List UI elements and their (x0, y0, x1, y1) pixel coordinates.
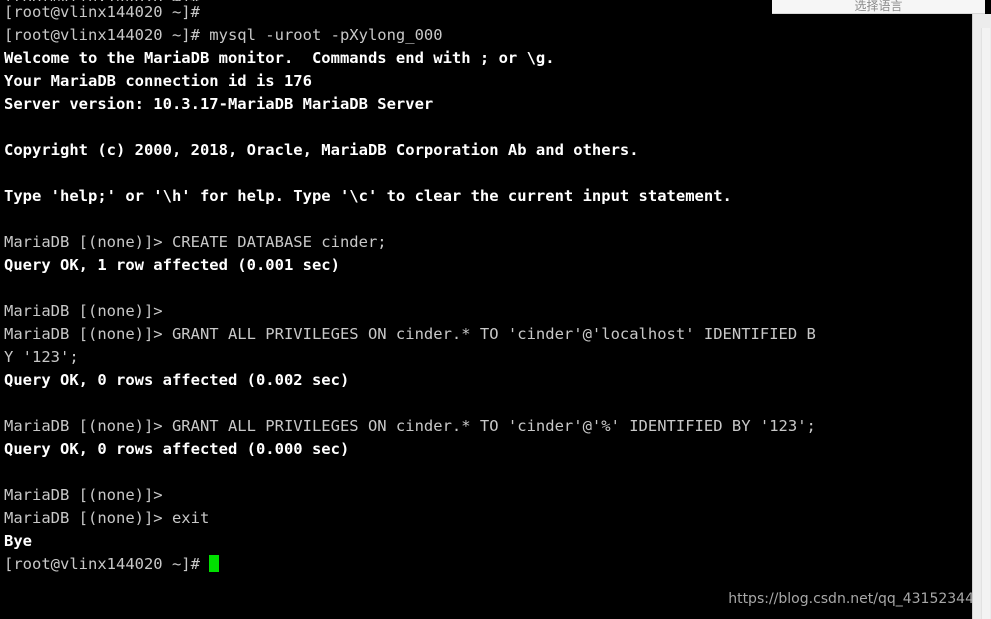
terminal-line: Your MariaDB connection id is 176 (4, 72, 312, 90)
terminal-line: Query OK, 0 rows affected (0.000 sec) (4, 440, 350, 458)
terminal-line: MariaDB [(none)]> GRANT ALL PRIVILEGES O… (4, 417, 816, 435)
watermark-url: https://blog.csdn.net/qq_43152344 (728, 591, 974, 607)
vertical-scrollbar-thumb[interactable] (981, 28, 990, 619)
terminal-line: MariaDB [(none)]> exit (4, 509, 210, 527)
terminal-line: [root@vlinx144020 ~]# (4, 553, 960, 576)
terminal-output-area[interactable]: [root@vlinx144020 ~]# [root@vlinx144020 ~… (0, 0, 960, 576)
terminal-line: Query OK, 0 rows affected (0.002 sec) (4, 371, 350, 389)
language-selector-overlay[interactable]: 选择语言 (772, 0, 985, 14)
terminal-line: Server version: 10.3.17-MariaDB MariaDB … (4, 95, 434, 113)
terminal-line: MariaDB [(none)]> CREATE DATABASE cinder… (4, 233, 387, 251)
language-selector-label: 选择语言 (854, 0, 903, 13)
terminal-line: Copyright (c) 2000, 2018, Oracle, MariaD… (4, 141, 639, 159)
terminal-line: MariaDB [(none)]> (4, 302, 163, 320)
terminal-line: Welcome to the MariaDB monitor. Commands… (4, 49, 555, 67)
terminal-line: Bye (4, 532, 32, 550)
terminal-cursor (209, 555, 220, 572)
terminal-line: Y '123'; (4, 348, 79, 366)
terminal-line: MariaDB [(none)]> GRANT ALL PRIVILEGES O… (4, 325, 816, 343)
terminal-window[interactable]: [root@vlinx144020 ~]# [root@vlinx144020 ~… (0, 0, 991, 619)
terminal-line: [root@vlinx144020 ~]# mysql -uroot -pXyl… (4, 26, 443, 44)
terminal-line: Type 'help;' or '\h' for help. Type '\c'… (4, 187, 732, 205)
terminal-line: Query OK, 1 row affected (0.001 sec) (4, 256, 340, 274)
vertical-scrollbar-track[interactable] (972, 14, 991, 619)
terminal-line-text: [root@vlinx144020 ~]# (4, 555, 210, 573)
terminal-line: MariaDB [(none)]> (4, 486, 163, 504)
